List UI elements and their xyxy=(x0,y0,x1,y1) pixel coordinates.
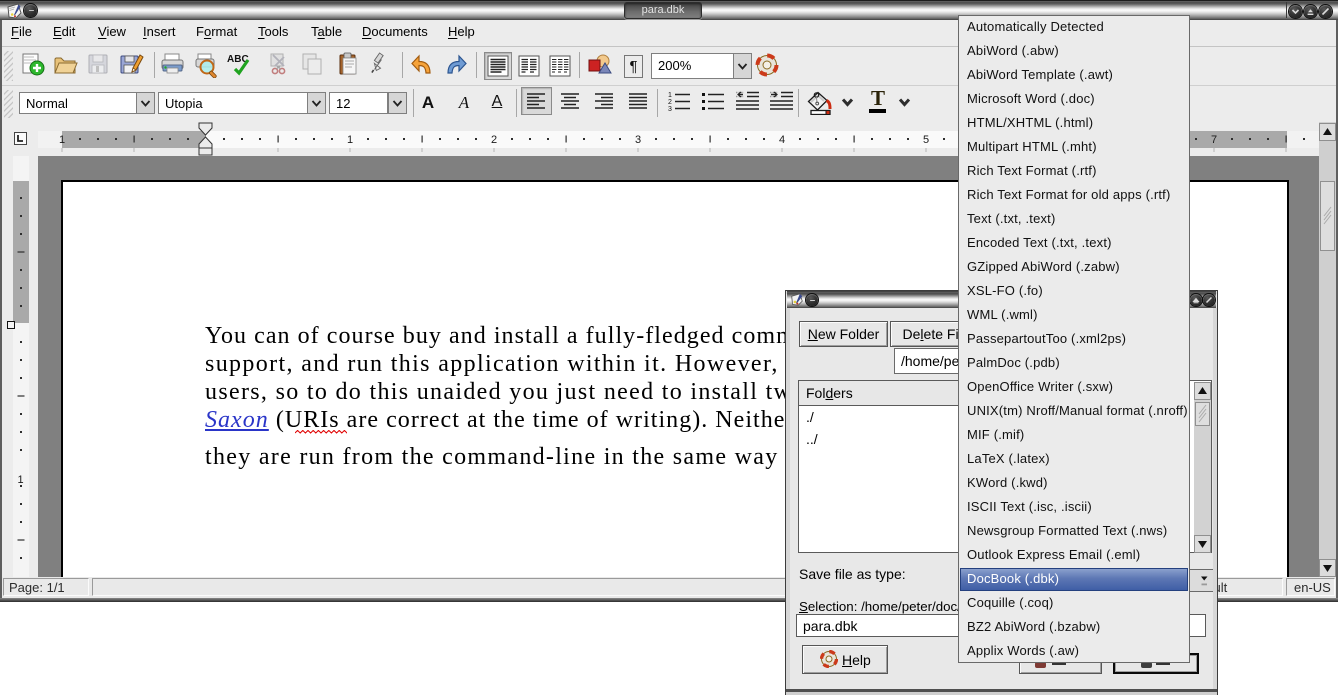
svg-text:3: 3 xyxy=(668,106,672,112)
svg-text:1: 1 xyxy=(59,134,65,146)
svg-text:1: 1 xyxy=(18,474,24,486)
svg-text:2: 2 xyxy=(668,99,672,106)
svg-text:1: 1 xyxy=(668,92,672,99)
svg-text:3: 3 xyxy=(635,134,641,146)
svg-text:1: 1 xyxy=(347,134,353,146)
svg-text:5: 5 xyxy=(923,134,929,146)
svg-text:2: 2 xyxy=(491,134,497,146)
svg-text:7: 7 xyxy=(1211,134,1217,146)
svg-text:4: 4 xyxy=(779,134,785,146)
